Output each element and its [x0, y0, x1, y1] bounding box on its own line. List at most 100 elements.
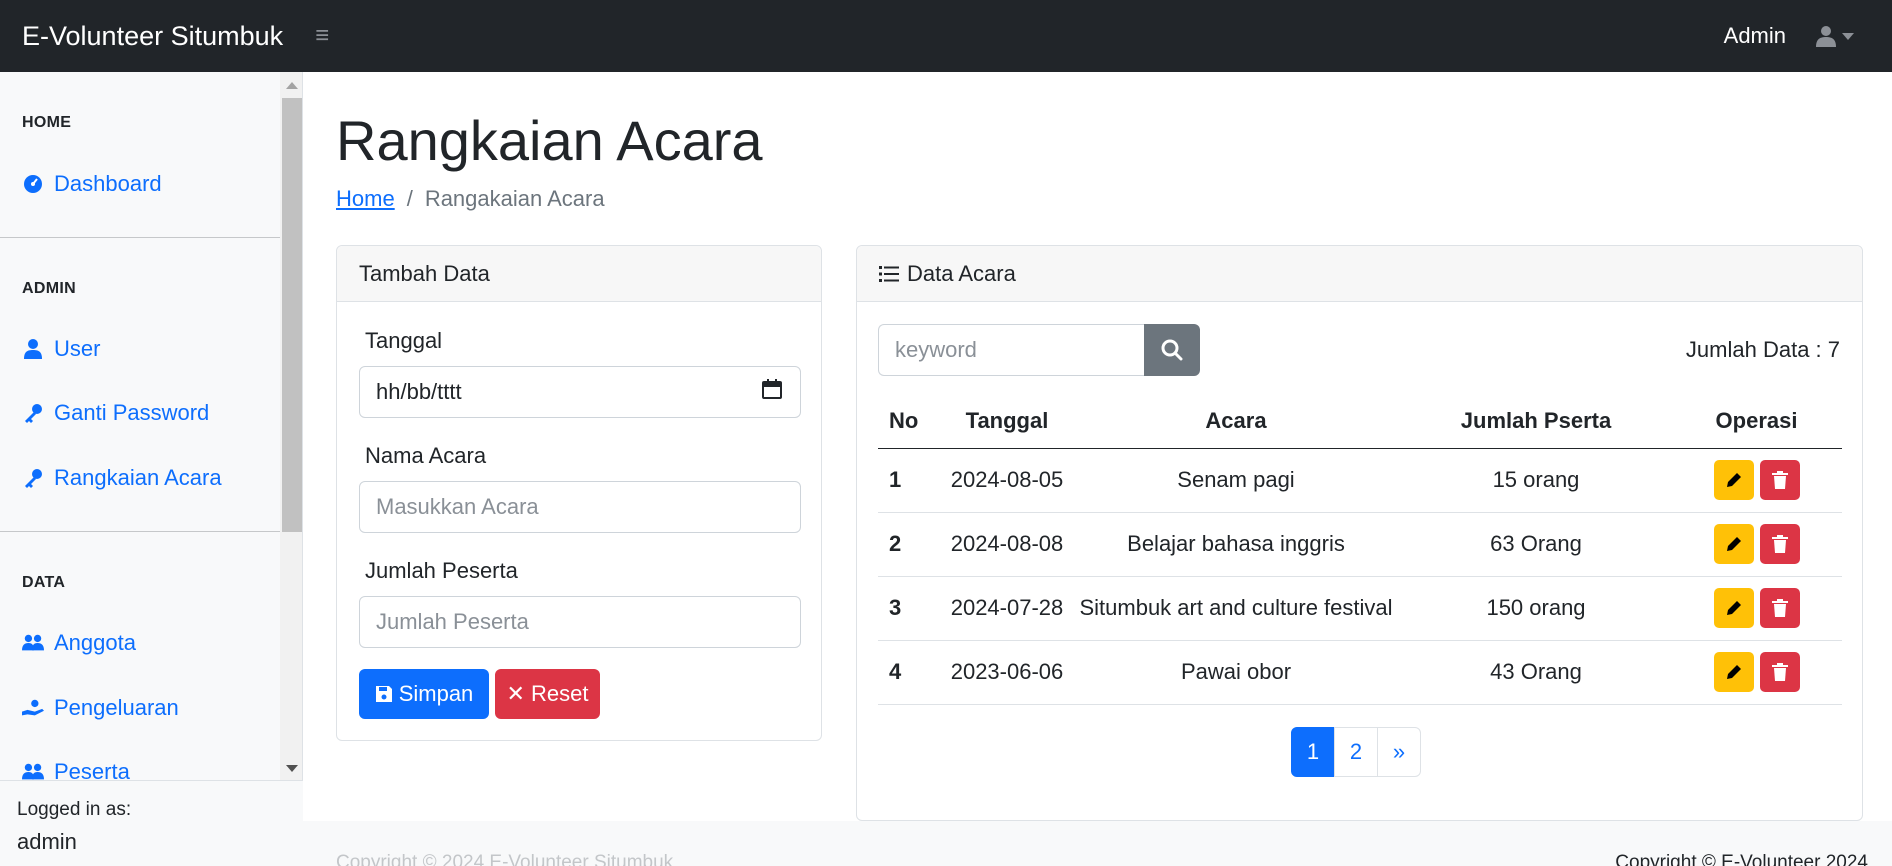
trash-icon — [1771, 599, 1788, 617]
sidebar-heading-data: DATA — [22, 574, 66, 591]
search-input[interactable] — [878, 324, 1144, 376]
breadcrumb: Home / Rangakaian Acara — [336, 186, 605, 212]
cell-acara: Senam pagi — [1071, 448, 1401, 513]
search-icon — [1161, 339, 1183, 361]
edit-button[interactable] — [1713, 524, 1754, 564]
tanggal-date-input[interactable]: hh/bb/tttt — [359, 366, 801, 418]
page-next-link[interactable]: » — [1377, 727, 1421, 777]
cell-jumlah: 43 Orang — [1401, 640, 1671, 705]
breadcrumb-home-link[interactable]: Home — [336, 186, 395, 212]
scroll-down-icon[interactable] — [286, 765, 298, 772]
delete-button[interactable] — [1759, 524, 1800, 564]
card-title: Data Acara — [907, 260, 1016, 286]
table-row: 3 2024-07-28 Situmbuk art and culture fe… — [878, 576, 1842, 641]
page-link-1[interactable]: 1 — [1291, 727, 1335, 777]
main-content: Rangkaian Acara Home / Rangakaian Acara … — [303, 72, 1892, 866]
edit-button[interactable] — [1713, 588, 1754, 628]
scroll-up-icon[interactable] — [286, 82, 298, 89]
delete-button[interactable] — [1759, 460, 1800, 500]
key-icon — [22, 467, 44, 489]
sidebar-item-label: Peserta — [54, 759, 130, 780]
cell-jumlah: 150 orang — [1401, 576, 1671, 641]
sidebar-item-label: Anggota — [54, 630, 136, 655]
users-icon — [22, 632, 44, 654]
admin-name: Admin — [1723, 23, 1786, 48]
cell-acara: Situmbuk art and culture festival — [1071, 576, 1401, 641]
cell-operasi — [1671, 448, 1842, 513]
sidebar-item-anggota[interactable]: Anggota — [0, 630, 136, 656]
page-title: Rangkaian Acara — [336, 109, 763, 172]
close-icon: ✕ — [506, 681, 525, 706]
users-icon — [22, 761, 44, 780]
pencil-icon — [1726, 537, 1741, 551]
top-navbar: E-Volunteer Situmbuk ≡ Admin — [0, 0, 1892, 72]
cell-operasi — [1671, 640, 1842, 705]
breadcrumb-current: Rangakaian Acara — [424, 186, 605, 211]
cell-tanggal: 2024-08-08 — [943, 512, 1071, 577]
add-data-card-header: Tambah Data — [337, 246, 821, 302]
list-icon — [879, 265, 899, 282]
jumlah-peserta-label: Jumlah Peserta — [365, 558, 518, 583]
edit-button[interactable] — [1713, 460, 1754, 500]
cell-no: 4 — [878, 640, 943, 705]
user-dropdown[interactable] — [1816, 25, 1854, 47]
table-row: 1 2024-08-05 Senam pagi 15 orang — [878, 448, 1842, 513]
data-acara-card: Data Acara Jumlah Data : 7 No Tanggal Ac… — [856, 245, 1863, 821]
sidebar-item-user[interactable]: User — [0, 336, 100, 362]
sidebar-divider — [0, 237, 280, 238]
jumlah-peserta-input[interactable] — [359, 596, 801, 648]
sidebar-item-label: User — [54, 336, 101, 361]
sidebar-divider — [0, 531, 280, 532]
sidebar-item-ganti-password[interactable]: Ganti Password — [0, 400, 209, 426]
nama-acara-input[interactable] — [359, 481, 801, 533]
search-button[interactable] — [1144, 324, 1200, 376]
sidebar-item-peserta[interactable]: Peserta — [0, 759, 130, 780]
column-header-tanggal: Tanggal — [943, 394, 1071, 449]
edit-button[interactable] — [1713, 652, 1754, 692]
floppy-disk-icon — [375, 686, 392, 702]
delete-button[interactable] — [1759, 588, 1800, 628]
sidebar-item-label: Dashboard — [54, 171, 162, 196]
acara-table: No Tanggal Acara Jumlah Pserta Operasi 1… — [878, 394, 1842, 705]
save-button[interactable]: Simpan — [359, 669, 489, 719]
logged-in-user: admin — [17, 829, 77, 854]
cell-no: 2 — [878, 512, 943, 577]
nama-acara-label: Nama Acara — [365, 443, 487, 468]
user-icon — [1816, 26, 1836, 47]
scrollbar-thumb[interactable] — [282, 98, 302, 532]
sidebar-menu: HOME Dashboard ADMIN User Ganti Password — [0, 72, 280, 780]
pencil-icon — [1726, 665, 1741, 679]
sidebar: HOME Dashboard ADMIN User Ganti Password — [0, 72, 303, 866]
sidebar-toggle-icon[interactable]: ≡ — [315, 24, 329, 48]
pencil-icon — [1726, 473, 1741, 487]
cell-no: 1 — [878, 448, 943, 513]
cell-operasi — [1671, 576, 1842, 641]
sidebar-item-rangkaian-acara[interactable]: Rangkaian Acara — [0, 465, 222, 491]
table-header-row: No Tanggal Acara Jumlah Pserta Operasi — [878, 394, 1842, 449]
sidebar-item-label: Pengeluaran — [54, 695, 179, 720]
save-button-label: Simpan — [398, 681, 474, 706]
page-link-2[interactable]: 2 — [1334, 727, 1378, 777]
reset-button[interactable]: ✕ Reset — [495, 669, 600, 719]
trash-icon — [1771, 535, 1788, 553]
sidebar-heading-home: HOME — [22, 114, 72, 131]
cell-acara: Pawai obor — [1071, 640, 1401, 705]
tanggal-label: Tanggal — [365, 328, 443, 353]
sidebar-heading-admin: ADMIN — [22, 280, 76, 297]
column-header-no: No — [878, 394, 943, 449]
cell-operasi — [1671, 512, 1842, 577]
pencil-icon — [1726, 601, 1741, 615]
sidebar-item-pengeluaran[interactable]: Pengeluaran — [0, 695, 179, 721]
column-header-acara: Acara — [1071, 394, 1401, 449]
user-icon — [22, 338, 44, 360]
add-data-card: Tambah Data Tanggal hh/bb/tttt Nama Acar… — [336, 245, 822, 741]
sidebar-scrollbar[interactable] — [280, 72, 302, 780]
delete-button[interactable] — [1759, 652, 1800, 692]
data-count: Jumlah Data : 7 — [1685, 337, 1840, 362]
brand-title[interactable]: E-Volunteer Situmbuk — [22, 21, 283, 52]
footer-copyright: Copyright © E-Volunteer 2024 — [1615, 852, 1868, 866]
calendar-icon[interactable] — [762, 379, 782, 405]
caret-down-icon — [1842, 32, 1854, 40]
sidebar-item-dashboard[interactable]: Dashboard — [0, 171, 162, 197]
trash-icon — [1771, 663, 1788, 681]
